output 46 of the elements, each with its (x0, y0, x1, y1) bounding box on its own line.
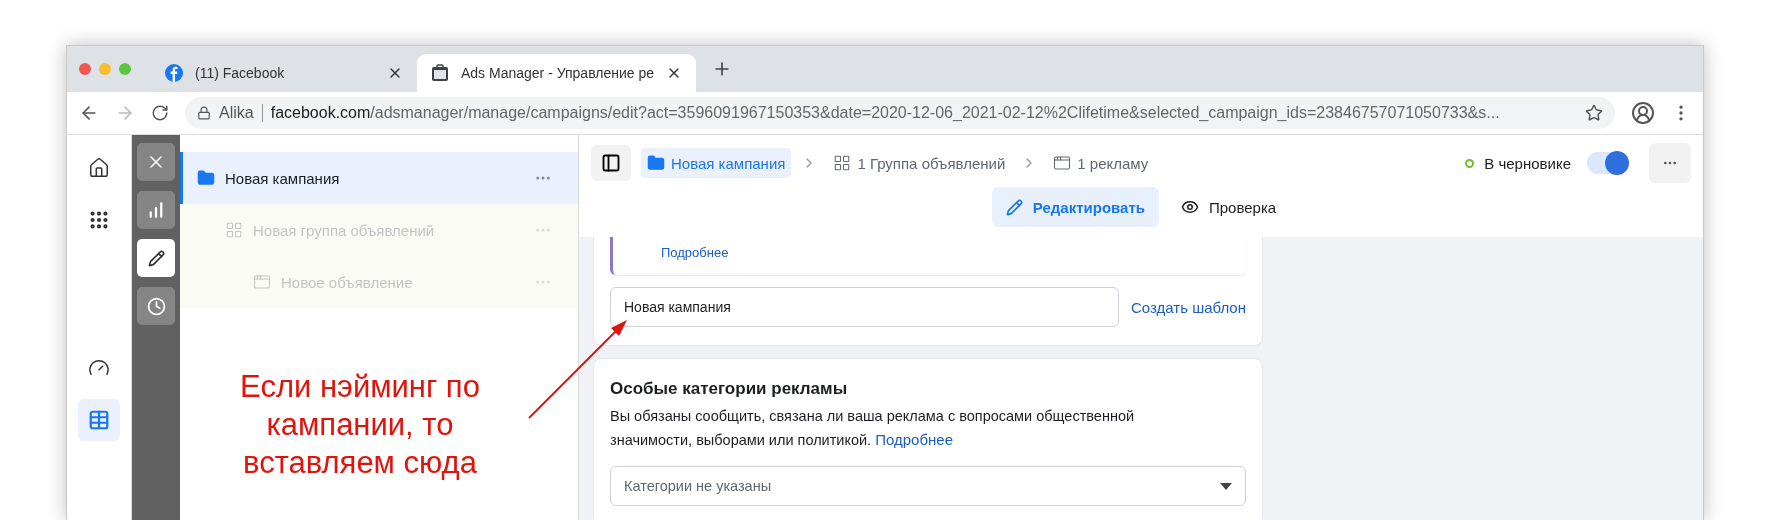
star-icon[interactable] (1585, 104, 1603, 122)
card-description: Вы обязаны сообщить, связана ли ваша реклама с вопросами общественной значимости, выборами или политикой. Подробнее (610, 407, 1136, 450)
reload-icon[interactable] (151, 104, 169, 122)
lock-icon (197, 106, 211, 120)
browser-tab[interactable]: Ads Manager - Управление ре (417, 54, 696, 92)
mode-tab[interactable]: Проверка (1167, 187, 1291, 227)
briefcase-icon (431, 64, 449, 82)
grid-icon (225, 221, 243, 239)
caret-icon (1220, 482, 1232, 490)
panel-toggle-button[interactable] (591, 145, 631, 181)
folder-icon (197, 169, 215, 187)
apps-icon (88, 209, 110, 231)
category-select[interactable]: Категории не указаны (610, 466, 1246, 506)
url-text: facebook.com/adsmanager/manage/campaigns/edit?act=3596091967150353&date=2020-12-06_2021-02-12%2Clifetime&selected_campaign_ids=23846757071050733&s... (270, 104, 1501, 122)
browser-tab[interactable]: (11) Facebook (151, 54, 417, 92)
pencil-icon (1005, 198, 1023, 216)
panel-icon (601, 153, 621, 173)
tree-item[interactable]: Новая кампания (180, 152, 578, 204)
home-icon (88, 157, 110, 179)
learn-more-link[interactable]: Подробнее (661, 245, 729, 260)
campaign-name-field[interactable]: Новая кампания (610, 287, 1119, 327)
grid-icon (833, 154, 852, 172)
card-title: Особые категории рекламы (610, 379, 849, 399)
toggle-switch[interactable] (1587, 152, 1627, 174)
annotation-text: Если нэйминг по кампании, то вставляем сюда (239, 368, 481, 482)
mode-tab[interactable]: Редактировать (991, 187, 1159, 227)
chart-icon (147, 201, 165, 219)
breadcrumb[interactable]: 1 Группа объявлений (827, 148, 1012, 178)
status-label: В черновике (1484, 154, 1571, 172)
folder-icon (647, 154, 665, 172)
window-icon (253, 273, 271, 291)
create-template-link[interactable]: Создать шаблон (1131, 298, 1246, 316)
facebook-logo-icon (165, 64, 183, 82)
breadcrumb[interactable]: 1 рекламу (1047, 148, 1155, 178)
eye-icon (1181, 198, 1199, 216)
address-bar[interactable]: Alika facebook.com/adsmanager/manage/campaigns/edit?act=3596091967150353&date=2020-12-06_2021-02-12%2Clifetime&selected_campaign_ids=23846757071050733&s... (185, 97, 1615, 129)
tool-button[interactable] (137, 239, 175, 277)
table-icon (88, 409, 110, 431)
window-icon (1053, 154, 1072, 172)
breadcrumb[interactable]: Новая кампания (641, 148, 792, 178)
profile-icon[interactable] (1631, 101, 1655, 125)
learn-more-link[interactable]: Подробнее (875, 431, 953, 448)
account-label: Alika (219, 104, 263, 122)
pencil-icon (147, 249, 165, 267)
clock-icon (146, 296, 166, 316)
window-close-button[interactable] (79, 63, 91, 75)
